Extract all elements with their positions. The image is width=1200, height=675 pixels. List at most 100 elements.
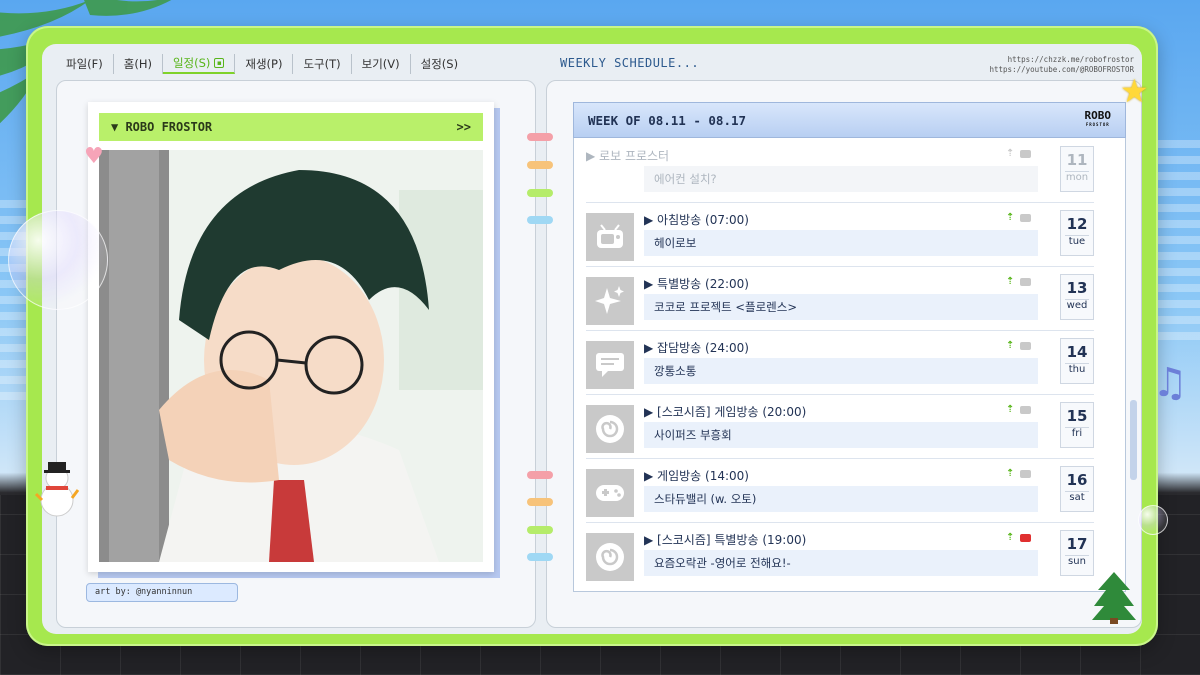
date-badge: 15 fri — [1060, 402, 1094, 448]
schedule-row-sat[interactable]: ▶ 게임방송 (14:00) 스타듀밸리 (w. 오토) ⇡ 16 sat — [586, 464, 1094, 520]
row-divider — [586, 202, 1094, 203]
christmas-tree-icon — [1092, 572, 1136, 624]
menu-settings[interactable]: 설정(S) — [411, 54, 468, 74]
broadcast-title[interactable]: ▶ [스코시즘] 게임방송 (20:00) — [644, 403, 806, 420]
chzzk-icon[interactable]: ⇡ — [1006, 340, 1014, 351]
broadcast-subtitle: 코코로 프로젝트 <플로렌스> — [644, 294, 1038, 320]
broadcast-title[interactable]: ▶ 잡담방송 (24:00) — [644, 339, 749, 356]
youtube-icon[interactable] — [1020, 213, 1032, 222]
tv-icon — [586, 213, 634, 261]
expand-arrow[interactable]: >> — [457, 120, 471, 134]
youtube-icon[interactable] — [1020, 533, 1032, 542]
chzzk-icon[interactable]: ⇡ — [1006, 276, 1014, 287]
platform-icons: ⇡ — [1006, 404, 1032, 415]
menu-settings-label: 설정(S) — [420, 57, 459, 71]
row-divider — [586, 266, 1094, 267]
platform-icons: ⇡ — [1006, 468, 1032, 479]
profile-name: ▼ ROBO FROSTOR — [111, 120, 213, 134]
schedule-row-sun[interactable]: ▶ [스코시즘] 특별방송 (19:00) 요즘오락관 -영어로 전해요!- ⇡ … — [586, 528, 1094, 584]
robo-logo: ROBO FROSTOR — [1085, 110, 1112, 129]
youtube-icon[interactable] — [1020, 341, 1032, 350]
character-artwork — [99, 150, 483, 562]
date-badge: 13 wed — [1060, 274, 1094, 320]
date-number: 16 — [1066, 471, 1088, 489]
platform-icons: ⇡ — [1006, 532, 1032, 543]
menu-schedule-label: 일정(S) — [172, 56, 211, 70]
menu-home[interactable]: 홈(H) — [114, 54, 163, 74]
chzzk-icon[interactable]: ⇡ — [1006, 212, 1014, 223]
date-badge: 17 sun — [1060, 530, 1094, 576]
chzzk-icon[interactable]: ⇡ — [1006, 404, 1014, 415]
social-links: https://chzzk.me/robofrostor https://you… — [990, 55, 1135, 75]
row-divider — [586, 394, 1094, 395]
broadcast-title[interactable]: ▶ 특별방송 (22:00) — [644, 275, 749, 292]
day-of-week: fri — [1065, 427, 1089, 439]
menu-tools[interactable]: 도구(T) — [293, 54, 352, 74]
platform-icons: ⇡ — [1006, 340, 1032, 351]
menu-view-label: 보기(V) — [361, 57, 400, 71]
schedule-row-fri[interactable]: ▶ [스코시즘] 게임방송 (20:00) 사이퍼즈 부흥회 ⇡ 15 fri — [586, 400, 1094, 456]
schedule-header: WEEK OF 08.11 - 08.17 ROBO FROSTOR — [573, 102, 1126, 138]
binder-ring — [527, 216, 553, 224]
menu-bar: 파일(F) 홈(H) 일정(S) ▪ 재생(P) 도구(T) 보기(V) 설정(S… — [56, 52, 468, 76]
schedule-row-wed[interactable]: ▶ 특별방송 (22:00) 코코로 프로젝트 <플로렌스> ⇡ 13 wed — [586, 272, 1094, 328]
profile-header[interactable]: ▼ ROBO FROSTOR >> — [99, 113, 483, 141]
youtube-icon[interactable] — [1020, 469, 1032, 478]
row-divider — [586, 458, 1094, 459]
row-divider — [586, 522, 1094, 523]
broadcast-title[interactable]: ▶ [스코시즘] 특별방송 (19:00) — [644, 531, 806, 548]
menu-play[interactable]: 재생(P) — [235, 54, 294, 74]
broadcast-title[interactable]: ▶ 아침방송 (07:00) — [644, 211, 749, 228]
broadcast-title[interactable]: ▶ 게임방송 (14:00) — [644, 467, 749, 484]
menu-file[interactable]: 파일(F) — [56, 54, 114, 74]
menu-view[interactable]: 보기(V) — [352, 54, 411, 74]
binder-ring — [527, 471, 553, 479]
platform-icons: ⇡ — [1006, 212, 1032, 223]
binder-ring — [527, 498, 553, 506]
date-number: 15 — [1066, 407, 1088, 425]
broadcast-subtitle: 깡통소통 — [644, 358, 1038, 384]
schedule-row-tue[interactable]: ▶ 아침방송 (07:00) 헤이로보 ⇡ 12 tue — [586, 208, 1094, 264]
broadcast-subtitle: 헤이로보 — [644, 230, 1038, 256]
bubble-decoration — [1138, 505, 1168, 535]
menu-home-label: 홈(H) — [123, 57, 152, 71]
youtube-link[interactable]: https://youtube.com/@ROBOFROSTOR — [990, 65, 1135, 75]
broadcast-subtitle: 에어컨 설치? — [644, 166, 1038, 192]
chat-icon — [586, 341, 634, 389]
page-title: WEEKLY SCHEDULE... — [560, 56, 700, 70]
menu-file-label: 파일(F) — [66, 57, 103, 71]
character-illustration — [99, 150, 483, 562]
platform-icons: ⇡ — [1006, 276, 1032, 287]
broadcast-subtitle: 스타듀밸리 (w. 오토) — [644, 486, 1038, 512]
youtube-icon[interactable] — [1020, 277, 1032, 286]
day-of-week: wed — [1065, 299, 1089, 311]
date-number: 14 — [1066, 343, 1088, 361]
row-divider — [586, 330, 1094, 331]
scrollbar[interactable] — [1130, 400, 1137, 480]
heart-icon: ♥ — [84, 144, 104, 169]
binder-ring — [527, 553, 553, 561]
binder-ring — [527, 161, 553, 169]
binder-ring — [527, 133, 553, 141]
date-badge: 11 mon — [1060, 146, 1094, 192]
day-of-week: tue — [1065, 235, 1089, 247]
menu-tools-label: 도구(T) — [303, 57, 341, 71]
chzzk-icon[interactable]: ⇡ — [1006, 532, 1014, 543]
star-icon: ★ — [1120, 72, 1149, 110]
broadcast-title[interactable]: ▶ 로보 프로스터 — [586, 147, 669, 164]
menu-schedule[interactable]: 일정(S) ▪ — [162, 54, 236, 74]
schedule-row-thu[interactable]: ▶ 잡담방송 (24:00) 깡통소통 ⇡ 14 thu — [586, 336, 1094, 392]
binder-ring — [527, 189, 553, 197]
chzzk-icon[interactable]: ⇡ — [1006, 148, 1014, 159]
youtube-icon[interactable] — [1020, 405, 1032, 414]
youtube-icon[interactable] — [1020, 149, 1032, 158]
date-number: 12 — [1066, 215, 1088, 233]
day-of-week: sun — [1065, 555, 1089, 567]
chzzk-icon[interactable]: ⇡ — [1006, 468, 1014, 479]
week-label: WEEK OF 08.11 - 08.17 — [588, 112, 747, 128]
binder-ring — [527, 526, 553, 534]
schedule-row-mon[interactable]: ▶ 로보 프로스터에어컨 설치? ⇡ 11 mon — [586, 144, 1094, 200]
chzzk-link[interactable]: https://chzzk.me/robofrostor — [990, 55, 1134, 65]
day-of-week: mon — [1065, 171, 1089, 183]
art-credit: art by: @nyanninnun — [86, 583, 238, 602]
